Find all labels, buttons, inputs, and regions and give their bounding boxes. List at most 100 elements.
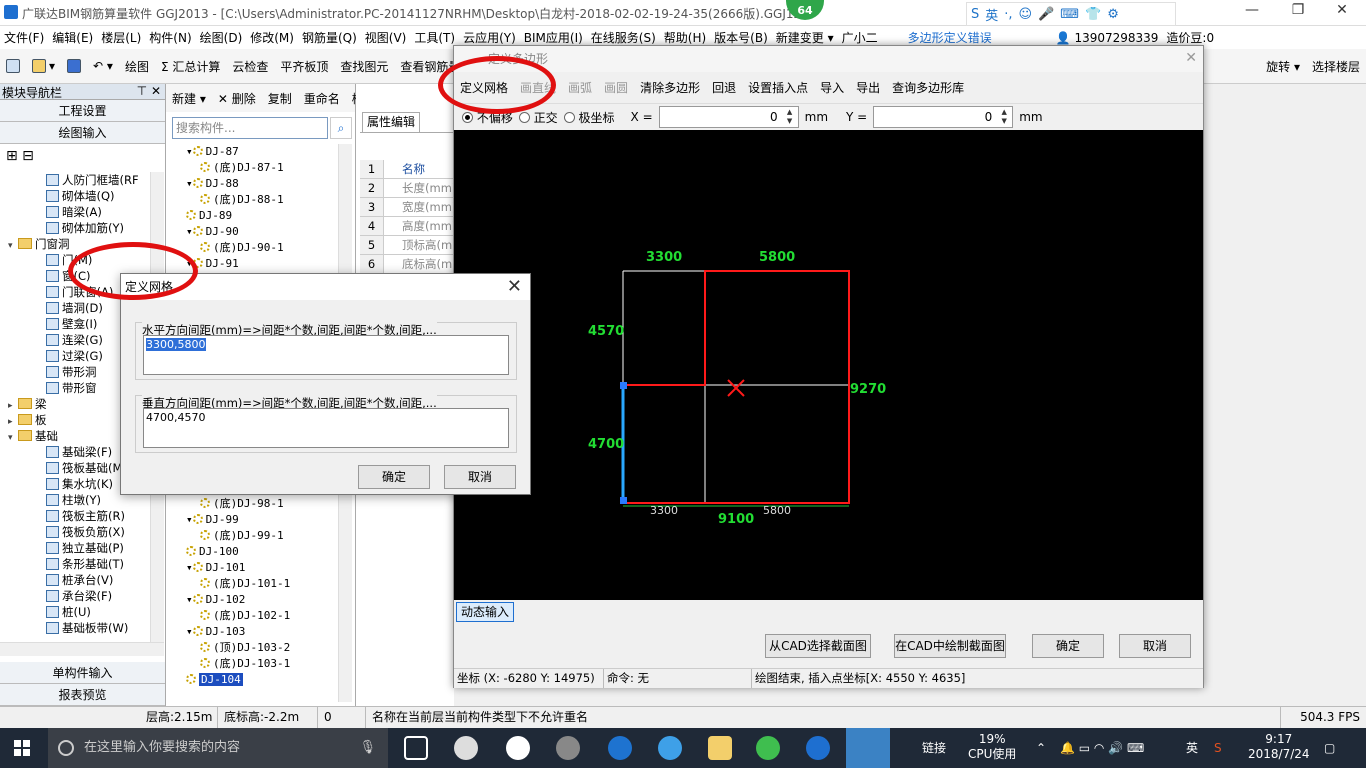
expand-icon[interactable]: ▾ [186, 225, 193, 238]
ie-icon[interactable] [658, 736, 682, 760]
polygon-close-icon[interactable]: ✕ [1185, 50, 1197, 66]
dynamic-input-button[interactable]: 动态输入 [456, 602, 514, 622]
start-icon[interactable] [14, 740, 30, 756]
save-icon[interactable] [61, 59, 87, 73]
nav-tree-item[interactable]: 砌体墙(Q) [0, 188, 150, 204]
open-file-icon[interactable]: ▾ [26, 59, 61, 73]
project-settings-button[interactable]: 工程设置 [0, 100, 165, 122]
polygon-tool-7[interactable]: 导入 [814, 79, 850, 96]
draw-input-button[interactable]: 绘图输入 [0, 122, 165, 144]
ie-browser-icon[interactable] [506, 736, 530, 760]
polygon-tool-9[interactable]: 查询多边形库 [886, 79, 970, 96]
menu-item-8[interactable]: 工具(T) [410, 29, 459, 46]
sogou-icon[interactable]: S [1214, 728, 1222, 768]
new-file-icon[interactable] [0, 59, 26, 73]
expand-icon[interactable]: ▾ [186, 625, 193, 638]
component-tree-item[interactable]: ▾ DJ-87 [172, 144, 344, 160]
polygon-tool-2[interactable]: 画弧 [562, 79, 598, 96]
select-from-cad-button[interactable]: 从CAD选择截面图 [765, 634, 871, 658]
mic-icon[interactable]: 🎙 [359, 728, 376, 768]
toolbar-item-4[interactable]: 查找图元 [334, 58, 394, 75]
clock[interactable]: 9:17 2018/7/24 [1248, 728, 1310, 768]
ime-item-3[interactable]: ☺ [1019, 7, 1033, 22]
horizontal-spacing-input[interactable]: 3300,5800 [143, 335, 509, 375]
nav-tree-item[interactable]: 暗梁(A) [0, 204, 150, 220]
ime-item-6[interactable]: 👕 [1085, 7, 1101, 22]
component-tree-item[interactable]: ▾ DJ-88 [172, 176, 344, 192]
toolbar-item-1[interactable]: Σ 汇总计算 [155, 58, 226, 75]
menu-item-2[interactable]: 楼层(L) [97, 29, 145, 46]
component-tree-item[interactable]: DJ-100 [172, 544, 344, 560]
property-row[interactable]: 1 名称 [360, 160, 454, 179]
fan-app-icon[interactable] [454, 736, 478, 760]
ime-item-2[interactable]: ·, [1004, 7, 1012, 22]
close-icon[interactable]: ✕ [507, 274, 522, 300]
nav-tree-item[interactable]: 人防门框墙(RF [0, 172, 150, 188]
component-tree-item[interactable]: (底)DJ-101-1 [172, 576, 344, 592]
toolbar-item-3[interactable]: 平齐板顶 [274, 58, 334, 75]
expand-icon[interactable]: ▾ [186, 513, 193, 526]
component-tree-item[interactable]: DJ-104 [172, 672, 344, 688]
x-input[interactable]: 0 ▲ ▼ [658, 106, 799, 128]
grid-cancel-button[interactable]: 取消 [444, 465, 516, 489]
menu-item-12[interactable]: 帮助(H) [660, 29, 710, 46]
polygon-tool-6[interactable]: 设置插入点 [742, 79, 814, 96]
polygon-tool-5[interactable]: 回退 [706, 79, 742, 96]
component-tree-item[interactable]: (底)DJ-102-1 [172, 608, 344, 624]
edge-icon[interactable] [608, 736, 632, 760]
polygon-ok-button[interactable]: 确定 [1032, 634, 1104, 658]
ime-item-4[interactable]: 🎤 [1038, 7, 1054, 22]
component-tree-item[interactable]: (底)DJ-87-1 [172, 160, 344, 176]
nav-tree-item[interactable]: 承台梁(F) [0, 588, 150, 604]
ime-item-5[interactable]: ⌨ [1060, 7, 1079, 22]
menu-item-14[interactable]: 新建变更 ▾ [772, 29, 838, 46]
polygon-cancel-button[interactable]: 取消 [1119, 634, 1191, 658]
component-tool-0[interactable]: 新建 ▾ [166, 90, 212, 107]
grid-ok-button[interactable]: 确定 [358, 465, 430, 489]
notification-icon[interactable]: ▢ [1324, 728, 1335, 768]
close-button[interactable]: ✕ [1320, 2, 1364, 22]
file-explorer-icon[interactable] [708, 736, 732, 760]
browser-icon[interactable] [556, 736, 580, 760]
pin-icon[interactable]: ⊤ ✕ [137, 84, 161, 98]
toolbar-item-0[interactable]: 绘图 [119, 58, 155, 75]
link-text[interactable]: 链接 [922, 728, 946, 768]
component-search-input[interactable]: 搜索构件... [172, 117, 328, 139]
component-tree-item[interactable]: (底)DJ-103-1 [172, 656, 344, 672]
cpu-meter[interactable]: 19% CPU使用 [968, 728, 1016, 768]
menu-item-5[interactable]: 修改(M) [246, 29, 298, 46]
component-tree-item[interactable]: (顶)DJ-103-2 [172, 640, 344, 656]
phone-account[interactable]: 👤 13907298339 [1052, 31, 1163, 45]
report-preview-button[interactable]: 报表预览 [0, 684, 165, 706]
component-tool-1[interactable]: ✕ 删除 [212, 90, 262, 107]
expand-icon[interactable]: ▾ [186, 561, 193, 574]
taskbar-search-input[interactable]: 在这里输入你要搜索的内容 🎙 [48, 728, 388, 768]
ggj-app-icon[interactable] [846, 728, 890, 768]
component-tree-item[interactable]: (底)DJ-90-1 [172, 240, 344, 256]
nav-tree-item[interactable]: 桩承台(V) [0, 572, 150, 588]
maximize-button[interactable]: ❐ [1276, 2, 1320, 22]
component-tree-item[interactable]: (底)DJ-99-1 [172, 528, 344, 544]
menu-item-0[interactable]: 文件(F) [0, 29, 48, 46]
drawing-canvas[interactable]: 3300 5800 4570 4700 9270 3300 5800 9100 [454, 130, 1203, 600]
vertex-handle[interactable] [620, 382, 627, 389]
component-tree-item[interactable]: DJ-89 [172, 208, 344, 224]
toolbar-right-item-0[interactable]: 旋转 ▾ [1260, 58, 1306, 75]
x-spin-icon[interactable]: ▲ ▼ [783, 108, 797, 126]
tab-property-edit[interactable]: 属性编辑 [362, 112, 420, 132]
property-row[interactable]: 5 顶标高(m) [360, 236, 454, 255]
menu-item-4[interactable]: 绘图(D) [196, 29, 247, 46]
polygon-tool-8[interactable]: 导出 [850, 79, 886, 96]
property-row[interactable]: 6 底标高(m) [360, 255, 454, 274]
menu-item-10[interactable]: BIM应用(I) [520, 29, 587, 46]
component-tree-item[interactable]: ▾ DJ-103 [172, 624, 344, 640]
search-icon[interactable]: ⌕ [330, 117, 352, 139]
ime-toolbar[interactable]: S 英 ·, ☺ 🎤 ⌨ 👕 ⚙ [966, 2, 1176, 26]
y-spin-icon[interactable]: ▲ ▼ [997, 108, 1011, 126]
tray-icons[interactable]: 🔔 ▭ ◠ 🔊 ⌨ [1060, 728, 1144, 768]
glodon-icon[interactable] [806, 736, 830, 760]
component-tool-3[interactable]: 重命名 [298, 90, 346, 107]
property-row[interactable]: 3 宽度(mm) [360, 198, 454, 217]
nav-tree-item[interactable]: 基础板带(W) [0, 620, 150, 636]
menu-item-3[interactable]: 构件(N) [145, 29, 195, 46]
